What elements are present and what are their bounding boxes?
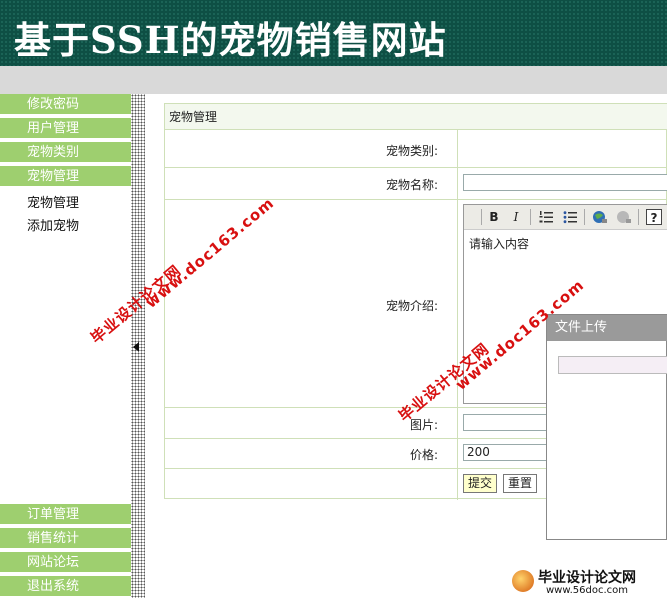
- bold-icon[interactable]: B: [486, 209, 502, 225]
- sidebar-item-forum[interactable]: 网站论坛: [0, 552, 131, 574]
- file-upload-dialog: 文件上传: [546, 314, 667, 540]
- submit-button[interactable]: 提交: [463, 474, 498, 493]
- sidebar-item-change-password[interactable]: 修改密码: [0, 94, 131, 116]
- upload-file-field[interactable]: [558, 356, 667, 374]
- sidebar-item-sales-stats[interactable]: 销售统计: [0, 528, 131, 550]
- editor-placeholder: 请输入内容: [469, 237, 530, 251]
- toolbar-separator: [481, 209, 482, 225]
- panel-heading: 宠物管理: [165, 104, 667, 130]
- pet-name-input[interactable]: [463, 174, 667, 191]
- sidebar-subitem-pet-management[interactable]: 宠物管理: [27, 192, 79, 211]
- toolbar-separator: [638, 209, 639, 225]
- price-label: 价格:: [409, 448, 438, 462]
- editor-toolbar: B I ?: [464, 205, 667, 230]
- sidebar-item-pet-management[interactable]: 宠物管理: [0, 166, 131, 188]
- site-title: 基于SSH的宠物销售网站: [14, 18, 447, 62]
- intro-label: 宠物介绍:: [385, 299, 438, 313]
- toolbar-separator: [584, 209, 585, 225]
- help-icon[interactable]: ?: [646, 209, 662, 225]
- italic-icon[interactable]: I: [508, 209, 524, 225]
- row-category: 宠物类别:: [165, 130, 667, 168]
- link-globe-icon[interactable]: [592, 209, 608, 225]
- reset-button[interactable]: 重置: [503, 474, 538, 493]
- sidebar-item-user-management[interactable]: 用户管理: [0, 118, 131, 140]
- logo-url: www.56doc.com: [546, 585, 629, 596]
- unordered-list-icon[interactable]: [562, 209, 578, 225]
- top-nav-bar: [0, 66, 667, 94]
- ordered-list-icon[interactable]: [538, 209, 554, 225]
- logo-name: 毕业设计论文网: [538, 570, 636, 586]
- site-header: 基于SSH的宠物销售网站: [0, 0, 667, 66]
- collapse-arrow-icon[interactable]: [133, 342, 139, 352]
- sidebar-subitem-add-pet[interactable]: 添加宠物: [27, 215, 79, 234]
- upload-dialog-title: 文件上传: [547, 315, 667, 341]
- unlink-globe-icon[interactable]: [616, 209, 632, 225]
- sidebar-item-pet-category[interactable]: 宠物类别: [0, 142, 131, 164]
- sidebar-item-logout[interactable]: 退出系统: [0, 576, 131, 598]
- logo-emblem-icon: [512, 570, 534, 592]
- row-name: 宠物名称:: [165, 167, 667, 200]
- toolbar-separator: [530, 209, 531, 225]
- sidebar-item-orders[interactable]: 订单管理: [0, 504, 131, 526]
- sidebar: 修改密码 用户管理 宠物类别 宠物管理 宠物管理 添加宠物 订单管理 销售统计 …: [0, 94, 131, 598]
- category-label: 宠物类别:: [385, 144, 438, 158]
- name-label: 宠物名称:: [385, 178, 438, 192]
- site-logo: 毕业设计论文网 www.56doc.com: [506, 565, 667, 598]
